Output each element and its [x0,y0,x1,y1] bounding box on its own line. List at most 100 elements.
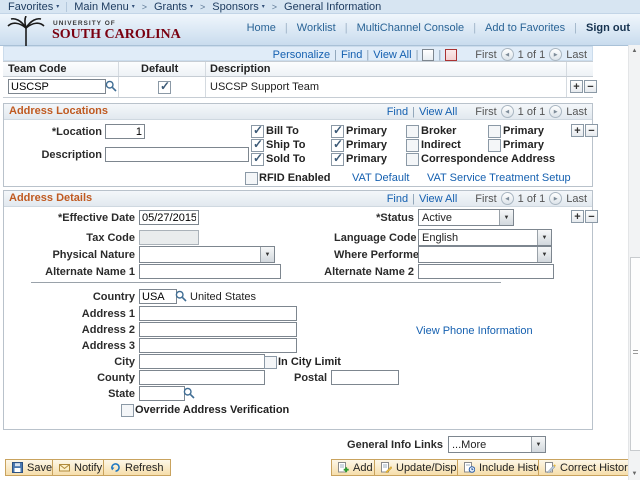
home-link[interactable]: Home [247,22,276,34]
language-code-label: Language Code [334,232,417,244]
country-input[interactable] [139,289,177,304]
link-separator: | [284,22,288,34]
where-performed-select[interactable]: ▼ [418,246,552,263]
refresh-icon [111,463,120,472]
delete-row-button[interactable]: − [584,80,597,93]
correspondence-address-checkbox[interactable] [406,153,419,166]
section-divider [31,282,501,283]
vat-default-link[interactable]: VAT Default [352,172,409,184]
alternate-name-2-input[interactable] [418,264,554,279]
vat-service-treatment-setup-link[interactable]: VAT Service Treatment Setup [427,172,571,184]
location-input[interactable] [105,124,145,139]
sign-out-link[interactable]: Sign out [586,22,630,34]
view-all-link[interactable]: View All [419,193,457,205]
find-link[interactable]: Find [387,193,408,205]
address-2-input[interactable] [139,322,297,337]
multichannel-console-link[interactable]: MultiChannel Console [357,22,465,34]
scroll-down-icon[interactable]: ▼ [629,468,640,480]
address-details-header: Address Details Find | View All First ◀ … [4,191,592,207]
zoom-grid-icon[interactable] [422,48,435,61]
next-row-icon[interactable]: ▶ [549,192,563,205]
add-to-favorites-link[interactable]: Add to Favorites [485,22,565,34]
personalize-link[interactable]: Personalize [273,49,330,61]
next-row-icon[interactable]: ▶ [549,105,563,118]
row-counter: 1 of 1 [517,192,546,205]
indirect-checkbox[interactable] [406,139,419,152]
notify-button[interactable]: Notify [52,459,110,476]
view-phone-information-link[interactable]: View Phone Information [416,325,533,337]
find-link[interactable]: Find [387,106,408,118]
alternate-name-2-label: Alternate Name 2 [324,266,414,278]
indirect-primary-checkbox[interactable] [488,139,501,152]
save-button[interactable]: Save [5,459,60,476]
address-locations-header: Address Locations Find | View All First … [4,104,592,120]
breadcrumb-main-menu[interactable]: Main Menu ▾ [74,1,134,13]
bill-to-label: Bill To [266,125,299,137]
search-icon[interactable] [175,290,187,302]
breadcrumb-sponsors[interactable]: Sponsors ▾ [212,1,265,13]
description-input[interactable] [105,147,249,162]
add-row-button[interactable]: + [570,80,583,93]
state-input[interactable] [139,386,185,401]
add-row-button[interactable]: + [571,210,584,223]
delete-row-button[interactable]: − [585,210,598,223]
view-all-link[interactable]: View All [419,106,457,118]
status-select[interactable]: Active ▼ [418,209,514,226]
add-button[interactable]: Add [331,459,380,476]
language-code-value: English [422,231,459,244]
breadcrumb-main-menu-label: Main Menu [74,0,129,13]
physical-nature-select[interactable]: ▼ [139,246,275,263]
save-button-label: Save [27,461,53,474]
postal-input[interactable] [331,370,399,385]
search-icon[interactable] [105,80,117,92]
worklist-link[interactable]: Worklist [297,22,336,34]
correct-history-button[interactable]: Correct History [538,459,640,476]
refresh-button[interactable]: Refresh [103,459,171,476]
where-performed-value [419,247,537,262]
effective-date-input[interactable] [139,210,199,225]
broker-checkbox[interactable] [406,125,419,138]
column-header-description: Description [210,63,271,75]
postal-label: Postal [293,372,327,384]
address-3-input[interactable] [139,338,297,353]
last-label: Last [566,192,587,205]
county-input[interactable] [139,370,265,385]
sold-to-checkbox[interactable] [251,151,264,166]
correct-history-button-label: Correct History [560,461,634,474]
bill-primary-label: Primary [346,125,387,137]
previous-row-icon[interactable]: ◀ [500,48,514,61]
in-city-limit-checkbox[interactable] [264,356,277,369]
rfid-enabled-checkbox[interactable] [245,172,258,185]
sold-primary-checkbox[interactable] [331,151,344,166]
alternate-name-1-input[interactable] [139,264,281,279]
scroll-up-icon[interactable]: ▲ [629,45,640,57]
breadcrumb-favorites[interactable]: Favorites ▾ [8,1,59,13]
search-icon[interactable] [183,387,195,399]
city-input[interactable] [139,354,265,369]
view-all-link[interactable]: View All [373,49,411,61]
download-to-excel-icon[interactable] [445,48,458,61]
previous-row-icon[interactable]: ◀ [500,192,514,205]
default-checkbox[interactable] [158,79,171,94]
delete-row-button[interactable]: − [585,124,598,137]
vertical-scrollbar[interactable]: ▲ ▼ [628,45,640,480]
effective-date-label: *Effective Date [57,212,135,224]
toolbar-separator: | [412,105,415,118]
broker-primary-checkbox[interactable] [488,125,501,138]
breadcrumb-separator: > [271,1,278,12]
general-info-links-select[interactable]: ...More ▼ [448,436,546,453]
override-address-verification-checkbox[interactable] [121,404,134,417]
next-row-icon[interactable]: ▶ [549,48,563,61]
breadcrumb-grants[interactable]: Grants ▾ [154,1,193,13]
add-row-button[interactable]: + [571,124,584,137]
team-code-input[interactable] [8,79,106,94]
language-code-select[interactable]: English ▼ [418,229,552,246]
previous-row-icon[interactable]: ◀ [500,105,514,118]
scrollbar-thumb[interactable] [630,257,640,451]
address-details-title: Address Details [9,192,93,204]
find-link[interactable]: Find [341,49,362,61]
address-1-input[interactable] [139,306,297,321]
country-display-name: United States [190,291,257,303]
update-display-icon [381,462,392,473]
row-counter: 1 of 1 [517,48,546,61]
